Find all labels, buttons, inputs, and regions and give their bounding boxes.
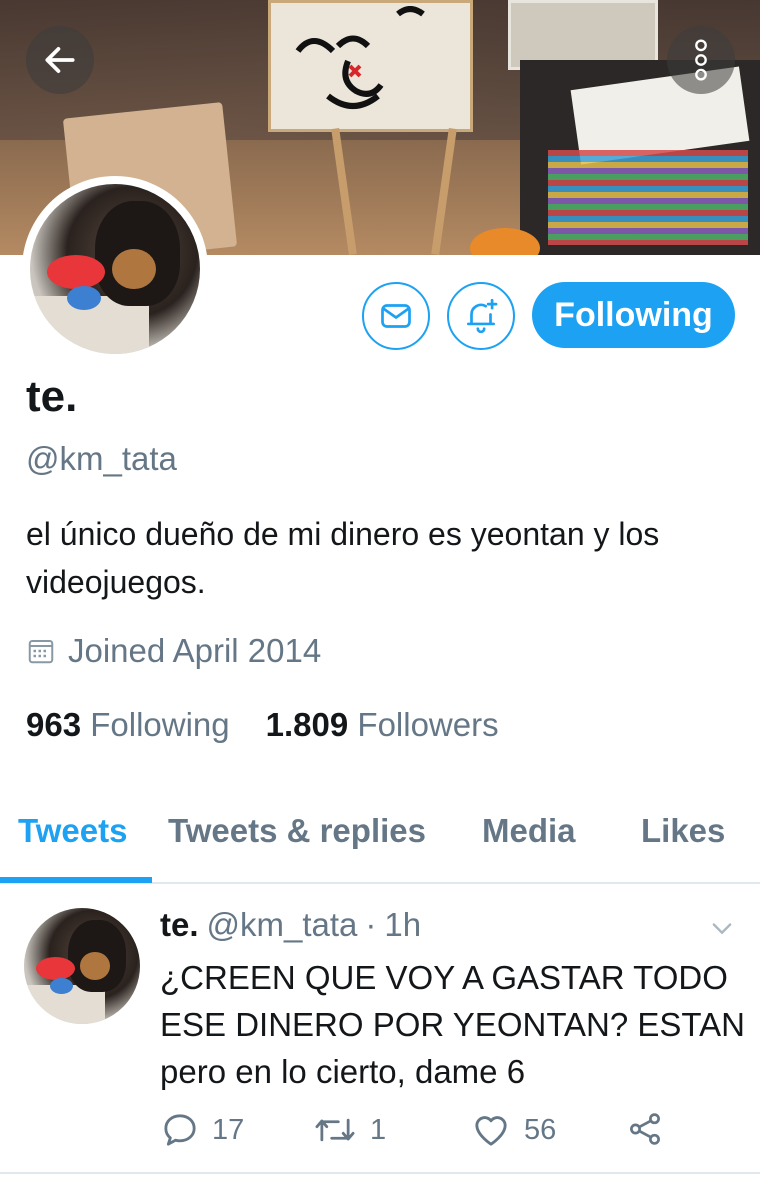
- profile-avatar[interactable]: [22, 176, 208, 362]
- tweet-author-handle[interactable]: @km_tata: [207, 906, 358, 944]
- joined-date: Joined April 2014: [26, 632, 321, 670]
- tweet-menu-button[interactable]: [708, 914, 736, 947]
- tweet-avatar[interactable]: [24, 908, 140, 1024]
- tweet-author-name[interactable]: te.: [160, 906, 199, 944]
- retweet-icon: [315, 1118, 355, 1142]
- retweet-count: 1: [370, 1113, 387, 1146]
- followers-count: 1.809: [265, 706, 349, 743]
- tab-media[interactable]: Media: [482, 812, 576, 850]
- followers-stat[interactable]: 1.809 Followers: [266, 706, 499, 744]
- banner-pencils: [548, 150, 748, 245]
- tweet-header: te. @km_tata · 1h: [160, 906, 421, 944]
- tweet-time: 1h: [384, 906, 422, 943]
- more-options-button[interactable]: [667, 26, 735, 94]
- share-button[interactable]: [626, 1110, 664, 1148]
- reply-count: 17: [212, 1113, 245, 1146]
- share-icon: [630, 1113, 660, 1145]
- profile-tabs: Tweets Tweets & replies Media Likes: [0, 790, 760, 884]
- bell-plus-icon: [466, 298, 498, 334]
- arrow-left-icon: [45, 47, 75, 73]
- reply-icon: [164, 1114, 196, 1146]
- profile-name: te.: [26, 372, 78, 421]
- back-button[interactable]: [26, 26, 94, 94]
- tab-tweets-replies[interactable]: Tweets & replies: [168, 812, 426, 850]
- calendar-icon: [28, 640, 54, 664]
- banner-face-drawing: [295, 6, 425, 109]
- tab-tweets[interactable]: Tweets: [18, 812, 127, 850]
- tweet-actions: 17 1 56: [160, 1110, 720, 1156]
- profile-stats: 963 Following 1.809 Followers: [26, 706, 499, 744]
- retweet-button[interactable]: 1: [312, 1110, 386, 1150]
- followers-label: Followers: [357, 706, 499, 743]
- profile-bio: el único dueño de mi dinero es yeontan y…: [26, 516, 660, 600]
- active-tab-indicator: [0, 877, 152, 883]
- envelope-icon: [381, 304, 411, 328]
- chevron-down-icon: [712, 923, 732, 935]
- tab-likes[interactable]: Likes: [641, 812, 725, 850]
- following-stat[interactable]: 963 Following: [26, 706, 230, 744]
- following-count: 963: [26, 706, 82, 743]
- joined-text: Joined April 2014: [68, 632, 322, 669]
- like-button[interactable]: 56: [470, 1110, 556, 1150]
- reply-button[interactable]: 17: [160, 1110, 244, 1150]
- more-vertical-icon: [695, 39, 707, 81]
- like-count: 56: [524, 1113, 557, 1146]
- tweet-text: ¿CREEN QUE VOY A GASTAR TODO ESE DINERO …: [160, 959, 745, 1090]
- message-button[interactable]: [362, 282, 430, 350]
- tweet-separator: ·: [365, 906, 377, 943]
- heart-icon: [475, 1116, 507, 1146]
- avatar-image: [30, 184, 200, 354]
- following-label: Following: [90, 706, 230, 743]
- profile-handle: @km_tata: [26, 440, 177, 477]
- following-button[interactable]: Following: [532, 282, 735, 348]
- tweet-divider: [0, 1172, 760, 1174]
- notifications-button[interactable]: [447, 282, 515, 350]
- tweet-avatar-image: [24, 908, 140, 1024]
